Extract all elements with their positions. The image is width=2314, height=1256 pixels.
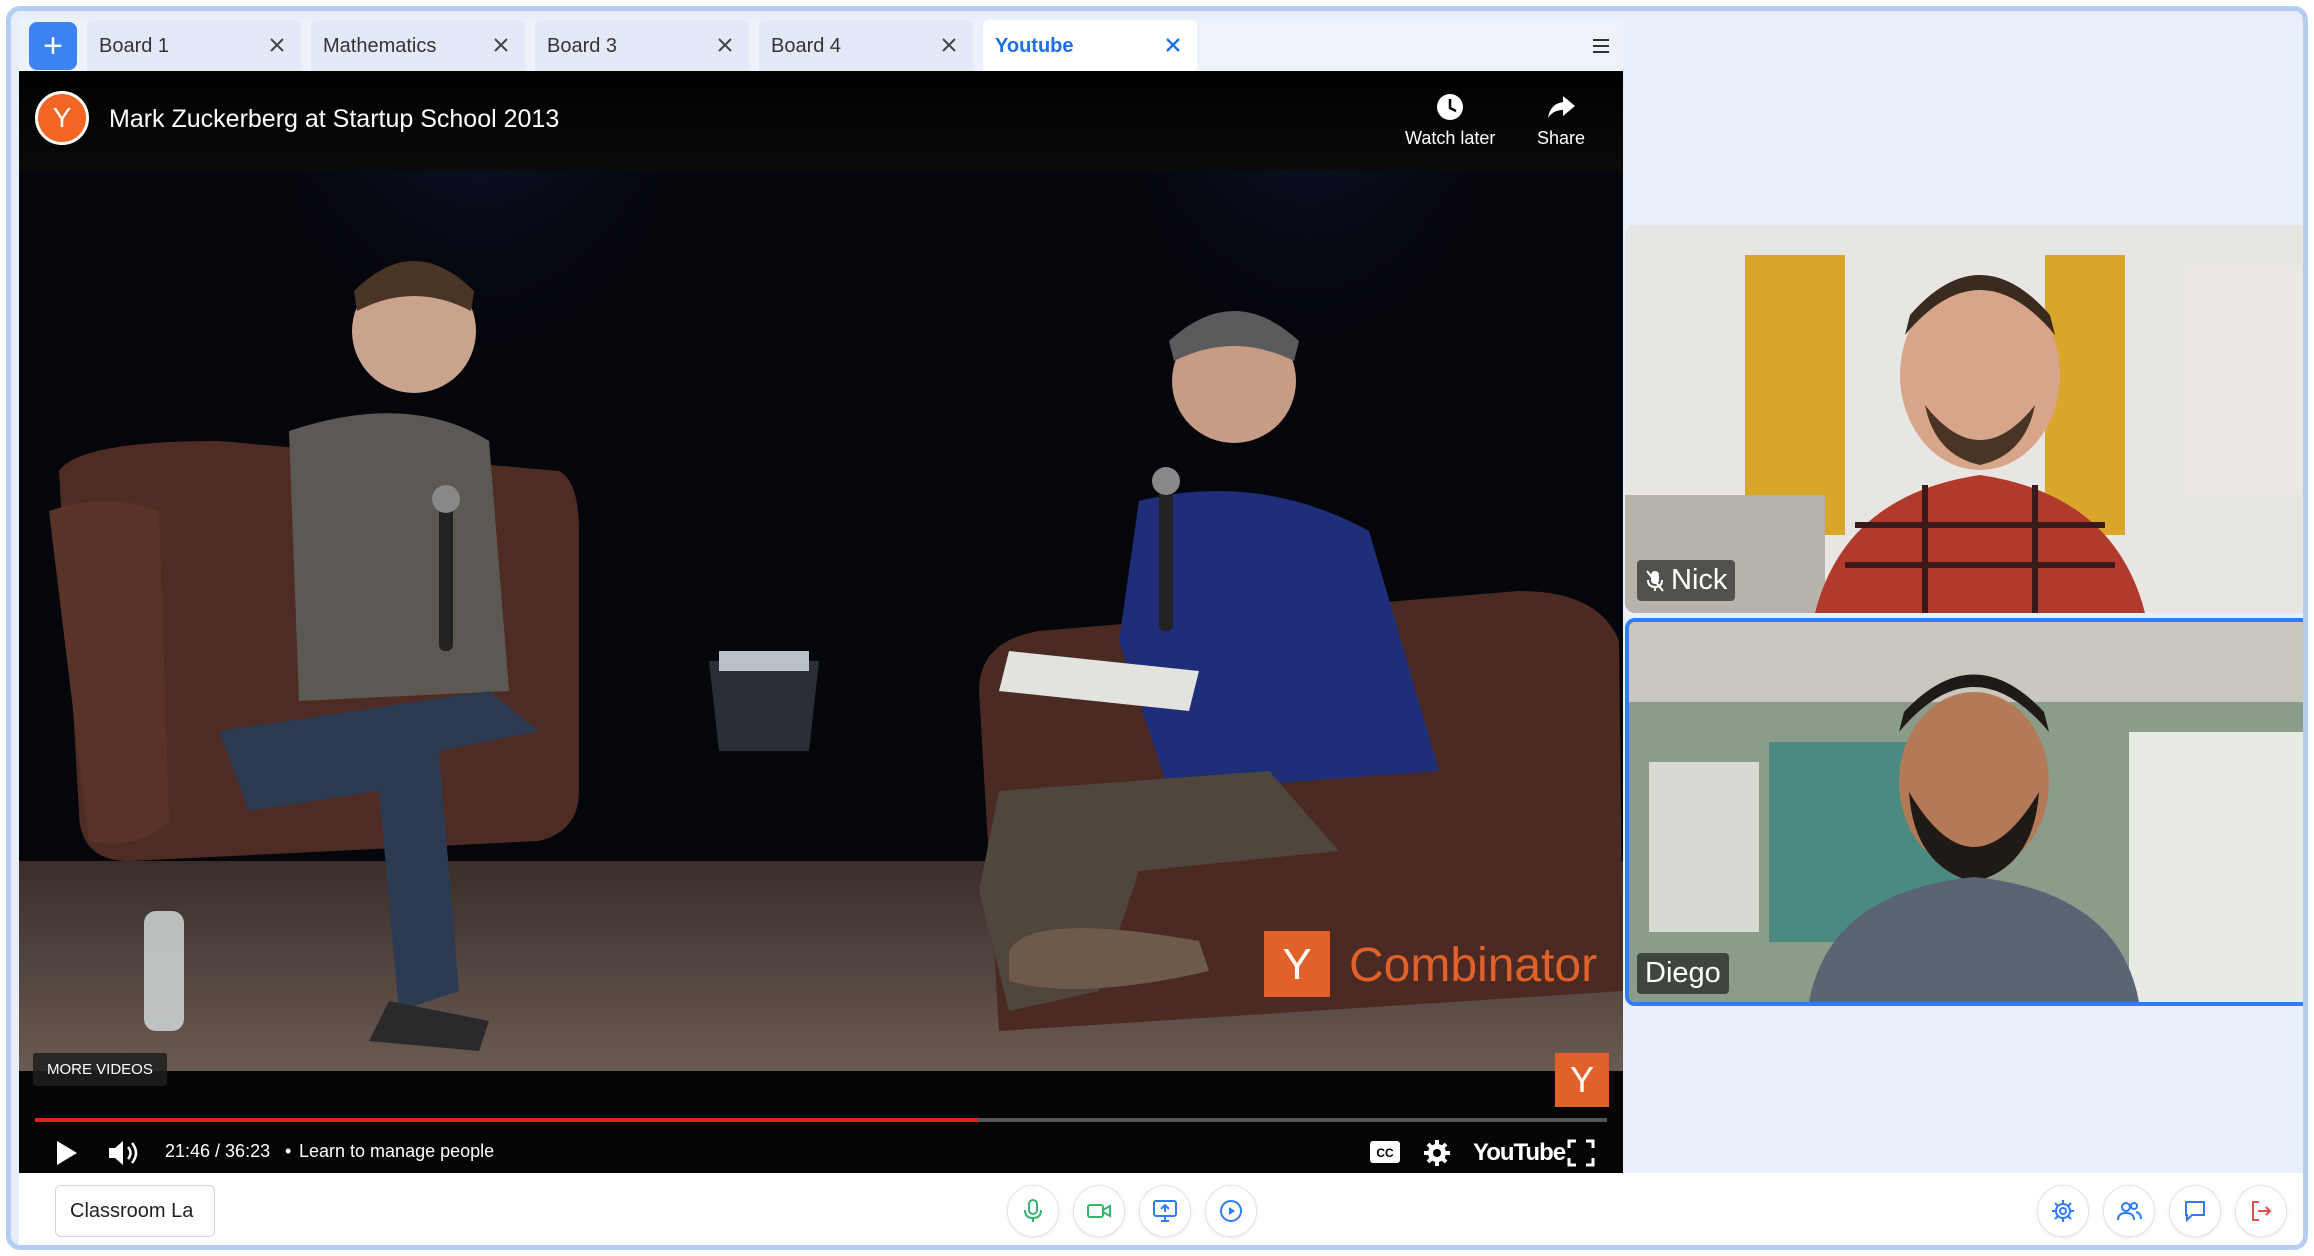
more-videos-button[interactable]: MORE VIDEOS — [33, 1053, 167, 1086]
close-icon[interactable] — [937, 33, 961, 57]
bullet-separator: • — [285, 1141, 292, 1161]
participant-name: Diego — [1645, 957, 1721, 989]
youtube-player[interactable]: Y Combinator Y Mark Zuckerberg at Startu… — [19, 71, 1623, 1173]
video-title[interactable]: Mark Zuckerberg at Startup School 2013 — [109, 105, 559, 134]
screen-share-icon — [1153, 1200, 1177, 1222]
tab-label: Board 1 — [99, 34, 170, 57]
channel-avatar[interactable]: Y — [35, 91, 89, 145]
svg-text:CC: CC — [1376, 1146, 1394, 1160]
tab-board-3[interactable]: Board 3 — [535, 20, 749, 72]
settings-button[interactable] — [2037, 1185, 2089, 1237]
tab-bar: + Board 1 Mathematics Board 3 Board 4 Yo… — [19, 19, 1623, 73]
microphone-icon — [1024, 1199, 1042, 1222]
camera-button[interactable] — [1073, 1185, 1125, 1237]
share-icon — [1548, 96, 1576, 118]
progress-bar[interactable] — [35, 1118, 1607, 1122]
tab-label: Board 3 — [547, 34, 618, 57]
chat-button[interactable] — [2169, 1185, 2221, 1237]
participants-button[interactable] — [2103, 1185, 2155, 1237]
screen-share-button[interactable] — [1139, 1185, 1191, 1237]
microphone-button[interactable] — [1007, 1185, 1059, 1237]
captions-icon[interactable]: CC — [1369, 1139, 1401, 1170]
mic-muted-icon — [1646, 569, 1664, 592]
close-icon[interactable] — [1161, 33, 1185, 57]
bottom-toolbar: Classroom La — [19, 1173, 2303, 1245]
chapter-title[interactable]: Learn to manage people — [299, 1141, 494, 1162]
participant-name-tag: Nick — [1637, 560, 1736, 601]
play-icon[interactable] — [55, 1139, 79, 1172]
record-button[interactable] — [1205, 1185, 1257, 1237]
share-button[interactable]: Share — [1537, 91, 1585, 149]
video-camera-icon — [1087, 1204, 1111, 1218]
participant-video-diego[interactable]: Diego — [1625, 618, 2303, 1006]
participant-name-tag: Diego — [1637, 953, 1729, 994]
close-icon[interactable] — [265, 33, 289, 57]
classroom-name-text: Classroom La — [70, 1199, 194, 1222]
leave-button[interactable] — [2235, 1185, 2287, 1237]
settings-gear-icon[interactable] — [1423, 1139, 1451, 1172]
tab-label: Mathematics — [323, 34, 437, 57]
participant-name: Nick — [1671, 564, 1728, 596]
participant-video-nick[interactable]: Nick — [1625, 225, 2303, 613]
tab-youtube[interactable]: Youtube — [983, 20, 1197, 72]
tab-board-1[interactable]: Board 1 — [87, 20, 301, 72]
close-icon[interactable] — [713, 33, 737, 57]
watch-later-button[interactable]: Watch later — [1405, 91, 1495, 149]
progress-fill — [35, 1118, 979, 1122]
time-display: 21:46 / 36:23 — [165, 1141, 271, 1161]
camera-feed — [1629, 622, 2303, 1002]
yc-watermark-letter: Y — [1282, 940, 1311, 989]
users-icon — [2117, 1202, 2142, 1221]
youtube-brand[interactable]: YouTube — [1473, 1139, 1566, 1167]
tab-board-4[interactable]: Board 4 — [759, 20, 973, 72]
tab-mathematics[interactable]: Mathematics — [311, 20, 525, 72]
logout-icon — [2252, 1201, 2272, 1221]
app-window: + Board 1 Mathematics Board 3 Board 4 Yo… — [6, 6, 2308, 1250]
gear-icon — [2052, 1200, 2074, 1222]
player-controls: 21:46 / 36:23 • Learn to manage people C… — [19, 1133, 1623, 1173]
chat-icon — [2185, 1201, 2205, 1223]
close-icon[interactable] — [489, 33, 513, 57]
fullscreen-icon[interactable] — [1567, 1139, 1595, 1172]
add-tab-button[interactable]: + — [29, 22, 77, 70]
hamburger-menu-icon[interactable] — [1589, 34, 1613, 58]
yc-watermark-text: Combinator — [1349, 939, 1597, 992]
tab-label: Youtube — [995, 34, 1074, 57]
classroom-name-field[interactable]: Classroom La — [55, 1185, 215, 1237]
watch-later-label: Watch later — [1405, 128, 1496, 148]
yc-corner-logo[interactable]: Y — [1555, 1053, 1609, 1107]
play-circle-icon — [1220, 1200, 1242, 1222]
channel-letter: Y — [52, 102, 72, 133]
camera-feed — [1625, 225, 2303, 613]
tab-label: Board 4 — [771, 34, 842, 57]
video-frame: Y Combinator — [19, 171, 1623, 1071]
volume-icon[interactable] — [107, 1139, 141, 1172]
share-label: Share — [1537, 128, 1586, 148]
clock-icon — [1437, 94, 1464, 120]
